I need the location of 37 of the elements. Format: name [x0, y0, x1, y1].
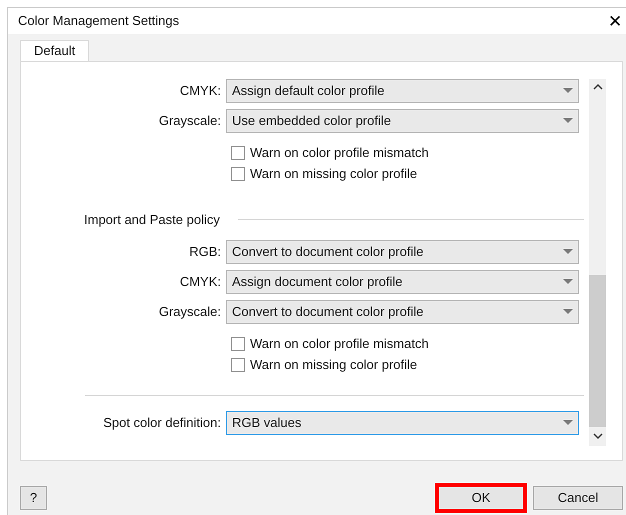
checkbox-label: Warn on missing color profile: [250, 165, 418, 184]
dropdown[interactable]: Assign document color profile: [226, 270, 579, 294]
window-title: Color Management Settings: [18, 12, 180, 30]
checkbox[interactable]: [231, 167, 245, 181]
checkbox[interactable]: [231, 146, 245, 160]
checkbox-label: Warn on color profile mismatch: [250, 334, 429, 353]
field-label: Grayscale:: [158, 302, 222, 321]
field-label: CMYK:: [178, 82, 222, 100]
dropdown[interactable]: Use embedded color profile: [226, 109, 579, 133]
checkbox[interactable]: [231, 336, 245, 350]
checkbox[interactable]: [231, 358, 245, 372]
caret-icon: [563, 88, 573, 94]
dropdown[interactable]: Convert to document color profile: [226, 300, 579, 324]
caret-icon: [563, 308, 573, 314]
dropdown[interactable]: RGB values: [226, 410, 579, 434]
scroll-down-icon[interactable]: [592, 433, 602, 439]
close-button[interactable]: ✕: [606, 12, 624, 30]
checkbox-label: Warn on color profile mismatch: [250, 144, 429, 162]
dropdown[interactable]: Assign default color profile: [226, 79, 579, 103]
scrollbar[interactable]: [589, 79, 606, 446]
field-label: CMYK:: [178, 272, 222, 291]
field-label: Spot color definition:: [102, 414, 222, 432]
caret-icon: [563, 248, 573, 254]
caret-icon: [563, 420, 573, 426]
field-label: Grayscale:: [158, 112, 222, 130]
dialog-button[interactable]: Cancel: [533, 486, 623, 510]
caret-icon: [563, 278, 573, 284]
scrollbar-thumb[interactable]: [589, 275, 606, 427]
field-label: RGB:: [188, 242, 222, 261]
scroll-up-icon[interactable]: [592, 84, 602, 90]
dropdown[interactable]: Convert to document color profile: [226, 240, 579, 264]
section-heading: Import and Paste policy: [84, 211, 220, 229]
tab[interactable]: Default: [20, 40, 90, 61]
help-button[interactable]: ?: [20, 486, 47, 510]
dialog-button[interactable]: OK: [435, 483, 527, 513]
caret-icon: [563, 118, 573, 124]
checkbox-label: Warn on missing color profile: [250, 356, 418, 374]
